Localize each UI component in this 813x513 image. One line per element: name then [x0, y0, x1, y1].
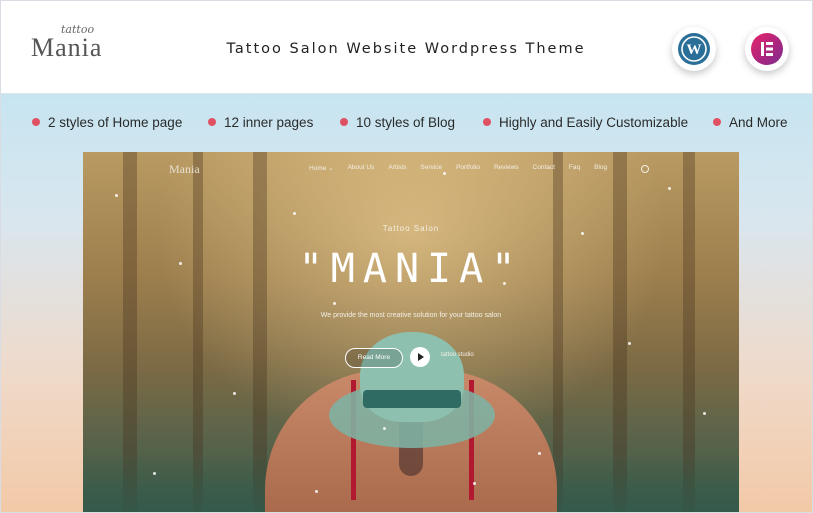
preview-nav-service[interactable]: Service	[420, 164, 442, 172]
snow-dot	[538, 452, 541, 455]
read-more-button[interactable]: Read More	[345, 348, 403, 368]
hero-title: "MANIA"	[298, 246, 524, 292]
preview-nav-links: Home ⌄ About Us Artists Service Portfoli…	[309, 164, 607, 172]
page: tattoo Mania Tattoo Salon Website Wordpr…	[0, 0, 813, 513]
hat-band	[363, 390, 461, 408]
feature-label: Highly and Easily Customizable	[499, 114, 689, 130]
snow-dot	[315, 490, 318, 493]
preview-nav-about[interactable]: About Us	[348, 164, 375, 172]
play-button[interactable]	[410, 347, 430, 367]
wordpress-badge[interactable]: W	[672, 27, 716, 71]
snow-dot	[383, 427, 386, 430]
bullet-dot-icon	[32, 118, 40, 126]
play-icon	[418, 353, 424, 361]
elementor-badge[interactable]	[745, 27, 789, 71]
bullet-dot-icon	[483, 118, 491, 126]
snow-dot	[628, 342, 631, 345]
wordpress-icon: W	[678, 33, 710, 65]
bullet-dot-icon	[340, 118, 348, 126]
snow-dot	[333, 302, 336, 305]
bullet-dot-icon	[208, 118, 216, 126]
snow-dot	[703, 412, 706, 415]
feature-label: 2 styles of Home page	[48, 114, 183, 130]
preview-nav: Mania Home ⌄ About Us Artists Service Po…	[83, 162, 739, 180]
snow-dot	[293, 212, 296, 215]
hero-subtitle: Tattoo Salon	[382, 224, 440, 233]
snow-dot	[233, 392, 236, 395]
feature-label: And More	[729, 114, 788, 130]
page-title: Tattoo Salon Website Wordpress Theme	[226, 41, 586, 57]
feature-item: 10 styles of Blog	[340, 109, 455, 135]
bullet-dot-icon	[713, 118, 721, 126]
feature-label: 10 styles of Blog	[356, 114, 456, 130]
preview-logo[interactable]: Mania	[169, 162, 200, 177]
feature-strip: 2 styles of Home page 12 inner pages 10 …	[1, 109, 812, 135]
preview-nav-home[interactable]: Home ⌄	[309, 164, 334, 172]
feature-item: And More	[713, 109, 788, 135]
feature-label: 12 inner pages	[224, 114, 314, 130]
header: tattoo Mania Tattoo Salon Website Wordpr…	[1, 1, 812, 94]
preview-nav-portfolio[interactable]: Portfolio	[456, 164, 480, 172]
preview-nav-faq[interactable]: Faq	[569, 164, 580, 172]
preview-nav-reviews[interactable]: Reviews	[494, 164, 519, 172]
preview-nav-artists[interactable]: Artists	[388, 164, 406, 172]
preview-nav-contact[interactable]: Contact	[533, 164, 555, 172]
snow-dot	[473, 482, 476, 485]
hat-crown	[360, 332, 464, 422]
play-label: tattoo studio	[441, 352, 474, 358]
snow-dot	[668, 187, 671, 190]
svg-text:W: W	[687, 42, 702, 58]
feature-item: 2 styles of Home page	[32, 109, 182, 135]
feature-item: 12 inner pages	[208, 109, 313, 135]
snow-dot	[115, 194, 118, 197]
search-icon[interactable]	[641, 165, 649, 173]
elementor-icon	[751, 33, 783, 65]
hero-tagline: We provide the most creative solution fo…	[320, 312, 502, 319]
snow-dot	[153, 472, 156, 475]
theme-preview[interactable]: Mania Home ⌄ About Us Artists Service Po…	[83, 152, 739, 512]
preview-nav-blog[interactable]: Blog	[594, 164, 607, 172]
logo-word: Mania	[31, 33, 103, 62]
feature-item: Highly and Easily Customizable	[483, 109, 688, 135]
logo[interactable]: tattoo Mania	[31, 23, 121, 67]
